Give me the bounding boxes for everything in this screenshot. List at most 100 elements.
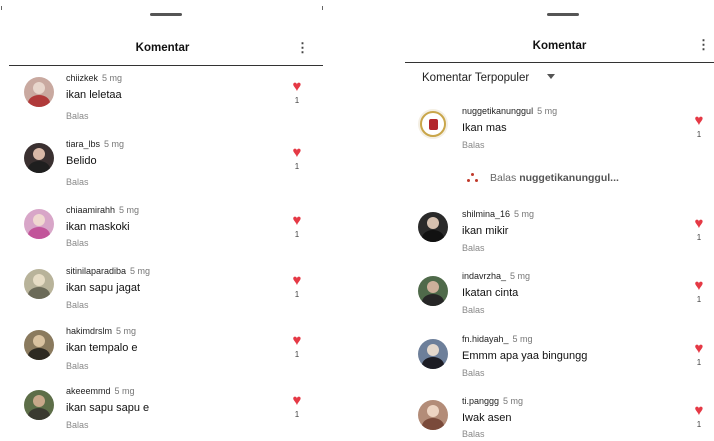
like-count: 1 (696, 130, 702, 139)
reply-button[interactable]: Balas (462, 140, 485, 150)
comment-text: Belido (66, 155, 97, 167)
reply-button[interactable]: Balas (66, 238, 89, 248)
drag-handle[interactable] (150, 13, 182, 16)
view-replies-link[interactable]: Balas nuggetikanunggul... (462, 171, 619, 185)
like-count: 1 (294, 350, 300, 359)
drag-handle[interactable] (547, 13, 579, 16)
comment-username[interactable]: nuggetikanunggul 5 mg (462, 106, 557, 116)
more-vertical-icon[interactable]: ⋮ (697, 38, 710, 51)
comment-username[interactable]: shilmina_16 5 mg (462, 209, 534, 219)
comment-username[interactable]: sitinilaparadiba 5 mg (66, 266, 150, 276)
panel-title: Komentar (135, 42, 190, 54)
reply-button[interactable]: Balas (66, 361, 89, 371)
heart-icon[interactable]: ♥ (289, 213, 305, 228)
like-button[interactable]: ♥ 1 (289, 273, 305, 299)
comment-time: 5 mg (130, 266, 151, 276)
like-button[interactable]: ♥ 1 (691, 113, 707, 139)
avatar[interactable] (418, 212, 448, 242)
heart-icon[interactable]: ♥ (691, 216, 707, 231)
like-button[interactable]: ♥ 1 (289, 393, 305, 419)
comment-item: shilmina_16 5 mg ikan mikir Balas ♥ 1 (405, 206, 714, 266)
comment-text: ikan leletaa (66, 89, 122, 101)
comment-text: ikan sapu jagat (66, 282, 140, 294)
heart-icon[interactable]: ♥ (691, 341, 707, 356)
heart-icon[interactable]: ♥ (691, 113, 707, 128)
comment-time: 5 mg (512, 334, 533, 344)
comment-time: 5 mg (114, 386, 135, 396)
like-button[interactable]: ♥ 1 (289, 79, 305, 105)
avatar[interactable] (24, 330, 54, 360)
heart-icon[interactable]: ♥ (289, 393, 305, 408)
comment-username[interactable]: indavrzha_ 5 mg (462, 271, 530, 281)
avatar[interactable] (418, 339, 448, 369)
heart-icon[interactable]: ♥ (289, 145, 305, 160)
avatar[interactable] (24, 269, 54, 299)
avatar[interactable] (24, 390, 54, 420)
comment-item: fn.hidayah_ 5 mg Emmm apa yaa bingungg Ba… (405, 331, 714, 391)
header-divider (405, 62, 714, 63)
comment-username[interactable]: tiara_lbs 5 mg (66, 139, 124, 149)
avatar[interactable] (24, 77, 54, 107)
like-button[interactable]: ♥ 1 (289, 145, 305, 171)
reply-button[interactable]: Balas (66, 177, 89, 187)
comment-text: ikan tempalo e (66, 342, 138, 354)
heart-icon[interactable]: ♥ (691, 278, 707, 293)
like-count: 1 (294, 290, 300, 299)
comment-username[interactable]: hakimdrslm 5 mg (66, 326, 136, 336)
avatar[interactable] (418, 400, 448, 430)
like-count: 1 (696, 295, 702, 304)
heart-icon[interactable]: ♥ (289, 79, 305, 94)
comment-time: 5 mg (537, 106, 558, 116)
comment-text: Iwak asen (462, 412, 512, 424)
comment-text: Ikatan cinta (462, 287, 519, 299)
comment-username[interactable]: chiaamirahh 5 mg (66, 205, 139, 215)
like-button[interactable]: ♥ 1 (691, 216, 707, 242)
comment-time: 5 mg (514, 209, 535, 219)
reply-username: nuggetikanunggul... (519, 171, 619, 184)
comment-text: ikan sapu sapu e (66, 402, 150, 414)
avatar[interactable] (418, 276, 448, 306)
comment-text: Emmm apa yaa bingungg (462, 350, 588, 362)
corner-mark (322, 6, 323, 10)
reply-button[interactable]: Balas (462, 305, 485, 315)
comment-username[interactable]: chiizkek 5 mg (66, 73, 122, 83)
sort-label: Komentar Terpopuler (422, 72, 530, 84)
like-count: 1 (696, 358, 702, 367)
heart-icon[interactable]: ♥ (289, 333, 305, 348)
comment-time: 5 mg (503, 396, 524, 406)
reply-button[interactable]: Balas (462, 429, 485, 439)
like-button[interactable]: ♥ 1 (289, 333, 305, 359)
comment-item: hakimdrslm 5 mg ikan tempalo e Balas ♥ 1 (0, 323, 325, 383)
comment-time: 5 mg (510, 271, 531, 281)
comment-username[interactable]: fn.hidayah_ 5 mg (462, 334, 533, 344)
comment-text: ikan mikir (462, 225, 509, 237)
comment-text: Ikan mas (462, 122, 507, 134)
sort-dropdown[interactable]: Komentar Terpopuler (422, 72, 556, 84)
more-vertical-icon[interactable]: ⋮ (296, 41, 309, 54)
reply-button[interactable]: Balas (66, 111, 89, 121)
avatar[interactable] (418, 109, 448, 139)
reply-button[interactable]: Balas (462, 243, 485, 253)
comment-time: 5 mg (119, 205, 140, 215)
like-count: 1 (696, 420, 702, 429)
comment-username[interactable]: akeeemmd 5 mg (66, 386, 135, 396)
like-button[interactable]: ♥ 1 (691, 341, 707, 367)
avatar[interactable] (24, 209, 54, 239)
reply-button[interactable]: Balas (66, 300, 89, 310)
like-button[interactable]: ♥ 1 (691, 278, 707, 304)
comment-username[interactable]: ti.panggg 5 mg (462, 396, 523, 406)
caret-down-icon[interactable] (547, 74, 556, 80)
comment-item: akeeemmd 5 mg ikan sapu sapu e Balas ♥ 1 (0, 383, 325, 441)
reply-button[interactable]: Balas (66, 420, 89, 430)
heart-icon[interactable]: ♥ (289, 273, 305, 288)
heart-icon[interactable]: ♥ (691, 403, 707, 418)
avatar[interactable] (24, 143, 54, 173)
like-button[interactable]: ♥ 1 (691, 403, 707, 429)
like-count: 1 (294, 96, 300, 105)
like-button[interactable]: ♥ 1 (289, 213, 305, 239)
comments-panel-left: Komentar ⋮ chiizkek 5 mg ikan leletaa Bal… (0, 0, 325, 441)
reply-button[interactable]: Balas (462, 368, 485, 378)
comment-item: indavrzha_ 5 mg Ikatan cinta Balas ♥ 1 (405, 268, 714, 328)
comment-item: ti.panggg 5 mg Iwak asen Balas ♥ 1 (405, 393, 714, 441)
like-count: 1 (294, 162, 300, 171)
